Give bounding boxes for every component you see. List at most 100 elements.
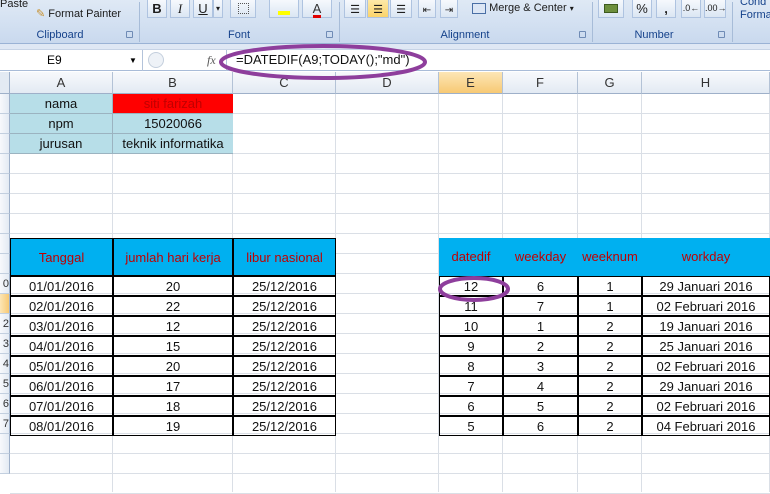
info-value-cell[interactable]: siti farizah: [113, 94, 233, 114]
right-table-cell[interactable]: 4: [503, 376, 578, 396]
column-header-d[interactable]: D: [336, 72, 439, 94]
percent-button[interactable]: %: [632, 0, 652, 18]
row-header[interactable]: 0: [0, 274, 10, 294]
name-box-dropdown-icon[interactable]: ▼: [129, 50, 137, 71]
right-table-header-cell[interactable]: weeknum: [578, 238, 642, 276]
left-table-cell[interactable]: 05/01/2016: [10, 356, 113, 376]
row-header[interactable]: [0, 234, 10, 254]
right-table-cell[interactable]: 8: [439, 356, 503, 376]
right-table-cell[interactable]: 25 Januari 2016: [642, 336, 770, 356]
clipboard-launcher-icon[interactable]: [126, 31, 133, 38]
increase-decimal-button[interactable]: .0←: [681, 0, 701, 18]
row-header[interactable]: [0, 294, 10, 314]
left-table-cell[interactable]: 25/12/2016: [233, 276, 336, 296]
right-table-cell[interactable]: 6: [503, 416, 578, 436]
row-header[interactable]: 4: [0, 354, 10, 374]
left-table-cell[interactable]: 20: [113, 356, 233, 376]
right-table-cell[interactable]: 1: [578, 276, 642, 296]
decrease-indent-button[interactable]: ⇤: [418, 0, 436, 18]
row-header[interactable]: 6: [0, 394, 10, 414]
row-header[interactable]: [0, 134, 10, 154]
right-table-cell[interactable]: 5: [503, 396, 578, 416]
right-table-cell[interactable]: 10: [439, 316, 503, 336]
row-header[interactable]: [0, 254, 10, 274]
row-header[interactable]: [0, 174, 10, 194]
function-wizard-icon[interactable]: fx: [207, 53, 216, 68]
left-table-cell[interactable]: 02/01/2016: [10, 296, 113, 316]
align-right-button[interactable]: ☰: [390, 0, 412, 18]
row-header[interactable]: [0, 154, 10, 174]
right-table-cell[interactable]: 7: [439, 376, 503, 396]
right-table-header-cell[interactable]: datedif: [439, 238, 503, 276]
info-value-cell[interactable]: teknik informatika: [113, 134, 233, 154]
right-table-cell[interactable]: 12: [439, 276, 503, 296]
right-table-cell[interactable]: 7: [503, 296, 578, 316]
format-painter-button[interactable]: ✎ Format Painter: [36, 6, 121, 22]
right-table-header-cell[interactable]: workday: [642, 238, 770, 276]
left-table-header-cell[interactable]: jumlah hari kerja: [113, 238, 233, 276]
number-launcher-icon[interactable]: [718, 31, 725, 38]
right-table-cell[interactable]: 9: [439, 336, 503, 356]
formula-input[interactable]: =DATEDIF(A9;TODAY();"md"): [226, 50, 770, 71]
font-color-button[interactable]: A: [302, 0, 332, 18]
font-launcher-icon[interactable]: [326, 31, 333, 38]
left-table-cell[interactable]: 25/12/2016: [233, 396, 336, 416]
column-header-b[interactable]: B: [113, 72, 233, 94]
right-table-cell[interactable]: 3: [503, 356, 578, 376]
right-table-cell[interactable]: 6: [503, 276, 578, 296]
paste-button[interactable]: Paste: [0, 0, 28, 12]
left-table-cell[interactable]: 03/01/2016: [10, 316, 113, 336]
left-table-cell[interactable]: 25/12/2016: [233, 336, 336, 356]
left-table-cell[interactable]: 15: [113, 336, 233, 356]
right-table-header-cell[interactable]: weekday: [503, 238, 578, 276]
increase-indent-button[interactable]: ⇥: [440, 0, 458, 18]
left-table-cell[interactable]: 25/12/2016: [233, 296, 336, 316]
right-table-cell[interactable]: 02 Februari 2016: [642, 396, 770, 416]
right-table-cell[interactable]: 2: [578, 336, 642, 356]
right-table-cell[interactable]: 29 Januari 2016: [642, 376, 770, 396]
row-header[interactable]: [0, 194, 10, 214]
row-header[interactable]: 2: [0, 314, 10, 334]
column-header-f[interactable]: F: [503, 72, 578, 94]
right-table-cell[interactable]: 2: [578, 396, 642, 416]
info-label-cell[interactable]: npm: [10, 114, 113, 134]
row-header[interactable]: [0, 94, 10, 114]
alignment-launcher-icon[interactable]: [579, 31, 586, 38]
row-header[interactable]: [0, 434, 10, 454]
italic-button[interactable]: I: [170, 0, 190, 18]
left-table-cell[interactable]: 22: [113, 296, 233, 316]
column-header-h[interactable]: H: [642, 72, 770, 94]
left-table-cell[interactable]: 04/01/2016: [10, 336, 113, 356]
left-table-cell[interactable]: 18: [113, 396, 233, 416]
left-table-cell[interactable]: 25/12/2016: [233, 356, 336, 376]
right-table-cell[interactable]: 2: [578, 416, 642, 436]
left-table-header-cell[interactable]: libur nasional: [233, 238, 336, 276]
align-left-button[interactable]: ☰: [344, 0, 366, 18]
merge-dropdown-icon[interactable]: ▾: [570, 4, 574, 13]
row-header[interactable]: 7: [0, 414, 10, 434]
info-value-cell[interactable]: 15020066: [113, 114, 233, 134]
row-header[interactable]: 3: [0, 334, 10, 354]
right-table-cell[interactable]: 19 Januari 2016: [642, 316, 770, 336]
left-table-cell[interactable]: 07/01/2016: [10, 396, 113, 416]
right-table-cell[interactable]: 6: [439, 396, 503, 416]
info-label-cell[interactable]: jurusan: [10, 134, 113, 154]
formula-bar-handle-icon[interactable]: [148, 52, 164, 68]
left-table-cell[interactable]: 25/12/2016: [233, 416, 336, 436]
comma-button[interactable]: ,: [656, 0, 676, 18]
right-table-cell[interactable]: 5: [439, 416, 503, 436]
left-table-cell[interactable]: 25/12/2016: [233, 316, 336, 336]
column-header-g[interactable]: G: [578, 72, 642, 94]
left-table-header-cell[interactable]: Tanggal: [10, 238, 113, 276]
bold-button[interactable]: B: [147, 0, 167, 18]
info-label-cell[interactable]: nama: [10, 94, 113, 114]
right-table-cell[interactable]: 1: [578, 296, 642, 316]
right-table-cell[interactable]: 04 Februari 2016: [642, 416, 770, 436]
conditional-formatting-button[interactable]: Cond Forma: [740, 0, 770, 22]
column-header-a[interactable]: A: [10, 72, 113, 94]
row-header[interactable]: [0, 114, 10, 134]
right-table-cell[interactable]: 2: [578, 376, 642, 396]
fill-color-button[interactable]: [269, 0, 299, 18]
currency-button[interactable]: [598, 0, 624, 18]
right-table-cell[interactable]: 11: [439, 296, 503, 316]
